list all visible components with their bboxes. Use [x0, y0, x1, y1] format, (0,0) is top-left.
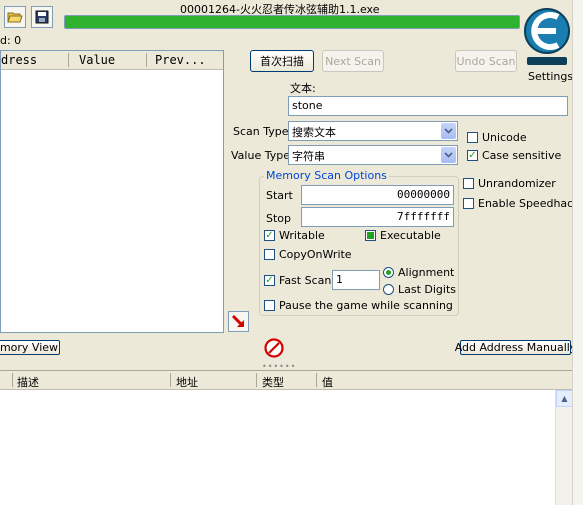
scan-type-value: 搜索文本 — [292, 126, 336, 139]
writable-checkbox[interactable]: Writable — [264, 229, 325, 242]
save-disk-icon — [35, 10, 49, 24]
scan-progress-bar — [64, 15, 520, 29]
col-value-table[interactable]: 值 — [322, 374, 333, 390]
start-label: Start — [266, 189, 293, 202]
found-count: d: 0 — [0, 34, 22, 47]
fast-scan-label: Fast Scan — [279, 274, 332, 287]
fast-scan-checkbox[interactable]: Fast Scan — [264, 274, 331, 287]
col-address[interactable]: dress — [1, 53, 37, 67]
alignment-radio[interactable]: Alignment — [383, 266, 454, 279]
scan-progress-fill — [65, 16, 519, 28]
executable-checkbox[interactable]: Executable — [365, 229, 441, 242]
speedhack-label: Enable Speedhack — [478, 197, 580, 210]
pause-game-checkbox[interactable]: Pause the game while scanning — [264, 299, 453, 312]
unicode-label: Unicode — [482, 131, 527, 144]
copy-on-write-label: CopyOnWrite — [279, 248, 352, 261]
stop-label: Stop — [266, 212, 292, 225]
chevron-down-icon[interactable] — [441, 123, 456, 139]
results-header: dress Value Prev... — [1, 51, 223, 70]
col-previous[interactable]: Prev... — [155, 53, 206, 67]
alignment-label: Alignment — [398, 266, 455, 279]
executable-label: Executable — [380, 229, 441, 242]
case-sensitive-checkbox[interactable]: Case sensitive — [467, 149, 561, 162]
first-scan-button[interactable]: 首次扫描 — [250, 50, 314, 72]
unicode-checkbox[interactable]: Unicode — [467, 131, 527, 144]
next-scan-button[interactable]: Next Scan — [322, 50, 384, 72]
add-address-manually-button[interactable]: Add Address Manually — [455, 340, 576, 355]
value-type-value: 字符串 — [292, 150, 325, 163]
cheat-engine-logo-button[interactable] — [522, 1, 572, 71]
cheat-engine-logo-icon — [524, 8, 570, 65]
open-folder-icon — [7, 12, 23, 23]
col-value[interactable]: Value — [79, 53, 115, 67]
red-arrow-down-right-icon — [231, 314, 244, 327]
address-table[interactable]: 描述 地址 类型 值 — [0, 370, 572, 505]
fast-scan-value-input[interactable]: 1 — [332, 270, 380, 290]
scroll-up-icon[interactable]: ▲ — [556, 390, 573, 407]
memory-view-button[interactable]: mory View — [0, 340, 60, 355]
col-description[interactable]: 描述 — [17, 374, 39, 390]
stop-icon — [264, 338, 284, 358]
save-button[interactable] — [31, 6, 53, 28]
unrandomizer-label: Unrandomizer — [478, 177, 556, 190]
scan-type-select[interactable]: 搜索文本 — [288, 121, 458, 141]
address-table-scrollbar[interactable]: ▲ — [555, 390, 573, 505]
col-address-table[interactable]: 地址 — [176, 374, 198, 390]
add-selected-to-list-button[interactable] — [228, 311, 249, 332]
writable-label: Writable — [279, 229, 325, 242]
unrandomizer-checkbox[interactable]: Unrandomizer — [463, 177, 556, 190]
last-digits-label: Last Digits — [398, 283, 457, 296]
settings-label[interactable]: Settings — [528, 70, 573, 83]
window-edge — [572, 0, 583, 505]
scan-results-list[interactable]: dress Value Prev... — [0, 50, 224, 333]
pause-game-label: Pause the game while scanning — [279, 299, 453, 312]
stop-clear-button[interactable] — [264, 338, 284, 358]
col-type[interactable]: 类型 — [262, 374, 284, 390]
address-table-header: 描述 地址 类型 值 — [0, 371, 572, 390]
chevron-down-icon[interactable] — [441, 147, 456, 163]
scan-type-label: Scan Type — [233, 125, 289, 138]
copy-on-write-checkbox[interactable]: CopyOnWrite — [264, 248, 352, 261]
text-label: 文本: — [290, 82, 316, 95]
start-address-input[interactable]: 00000000 — [301, 185, 454, 205]
value-type-label: Value Type — [231, 149, 290, 162]
stop-address-input[interactable]: 7fffffff — [301, 207, 454, 227]
undo-scan-button[interactable]: Undo Scan — [455, 50, 517, 72]
value-type-select[interactable]: 字符串 — [288, 145, 458, 165]
speedhack-checkbox[interactable]: Enable Speedhack — [463, 197, 580, 210]
open-process-button[interactable] — [4, 6, 26, 28]
case-sensitive-label: Case sensitive — [482, 149, 562, 162]
memory-scan-options-title: Memory Scan Options — [264, 169, 389, 182]
scan-value-input[interactable]: stone — [288, 96, 568, 116]
last-digits-radio[interactable]: Last Digits — [383, 283, 456, 296]
